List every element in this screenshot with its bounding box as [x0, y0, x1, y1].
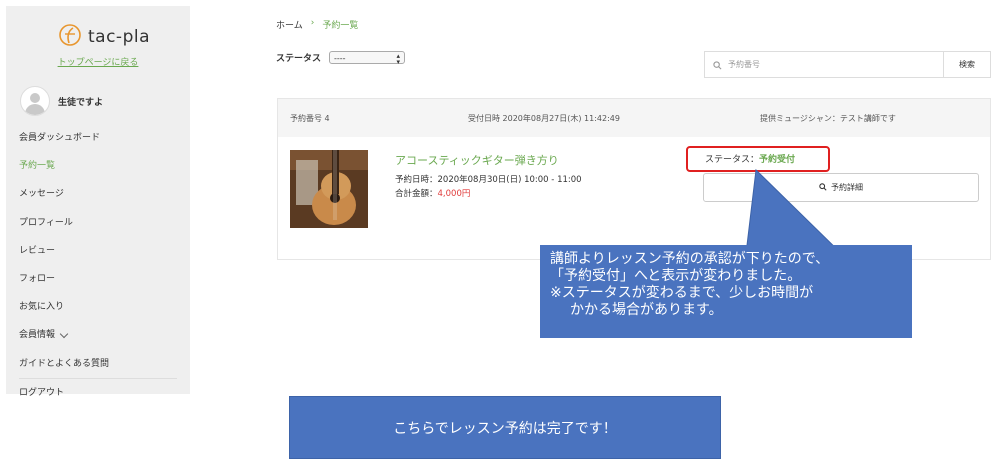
total-label: 合計金額：	[395, 189, 438, 199]
user-profile: 生徒ですよ	[20, 86, 103, 116]
reservation-card: 予約番号 4 受付日時 2020年08月27日(木) 11:42:49 提供ミュ…	[277, 98, 991, 260]
sidebar-item-reviews[interactable]: レビュー	[19, 237, 177, 265]
user-name: 生徒ですよ	[58, 97, 104, 108]
breadcrumb-current: 予約一覧	[322, 21, 359, 31]
status-highlight-box	[686, 146, 830, 172]
sidebar-item-label: メッセージ	[19, 189, 64, 200]
callout-line-4: かかる場合があります。	[570, 302, 723, 318]
status-select-value: ----	[334, 54, 346, 63]
completion-banner-text: こちらでレッスン予約は完了です！	[393, 420, 617, 437]
sidebar-item-label: 会員ダッシュボード	[19, 133, 101, 143]
reservation-accepted-at: 受付日時 2020年08月27日(木) 11:42:49	[468, 114, 620, 123]
logo[interactable]: tac-pla	[58, 22, 150, 52]
status-select[interactable]: ---- ▴ ▾	[329, 51, 406, 66]
search-button[interactable]: 検索	[943, 51, 991, 78]
sidebar-item-label: ガイドとよくある質問	[19, 358, 110, 369]
lesson-total: 合計金額：4,000円	[395, 187, 470, 199]
breadcrumb-home[interactable]: ホーム	[276, 18, 303, 31]
search-icon	[713, 55, 722, 74]
chevron-down-icon	[59, 329, 69, 339]
completion-banner: こちらでレッスン予約は完了です！	[289, 396, 721, 459]
sidebar-item-label: プロフィール	[19, 217, 73, 228]
reservation-number: 予約番号 4	[290, 114, 330, 123]
sidebar-item-profile[interactable]: プロフィール	[19, 209, 177, 237]
search-icon	[819, 182, 827, 193]
reservation-detail-button[interactable]: 予約詳細	[703, 173, 979, 202]
sidebar-item-follow[interactable]: フォロー	[19, 265, 177, 293]
callout-line-3: ※ステータスが変わるまで、少しお時間が	[550, 285, 814, 301]
top-page-link[interactable]: トップページに戻る	[6, 55, 190, 68]
sidebar-menu: 会員ダッシュボード 予約一覧 メッセージ プロフィール レビュー フォロー お気…	[19, 124, 177, 407]
logo-text: tac-pla	[88, 27, 150, 47]
sidebar-item-label: フォロー	[19, 273, 56, 284]
total-price: 4,000円	[437, 189, 471, 199]
sidebar-item-label: 会員情報	[19, 330, 56, 341]
sidebar-item-label: レビュー	[19, 245, 56, 256]
status-filter-label: ステータス	[276, 54, 322, 64]
callout-line-2: 「予約受付」へと表示が変わりました。	[550, 268, 802, 284]
lesson-date: 予約日時：2020年08月30日(日) 10:00 - 11:00	[395, 175, 582, 185]
sidebar-item-reservations[interactable]: 予約一覧	[19, 152, 177, 180]
sidebar-item-label: お気に入り	[19, 302, 65, 313]
sidebar-item-member-info[interactable]: 会員情報	[19, 321, 177, 349]
search-input[interactable]: 予約番号	[704, 51, 944, 78]
sidebar-item-label: ログアウト	[19, 387, 65, 398]
reservation-card-header: 予約番号 4 受付日時 2020年08月27日(木) 11:42:49 提供ミュ…	[278, 99, 990, 137]
annotation-callout: 講師よりレッスン予約の承認が下りたので、 「予約受付」へと表示が変わりました。 …	[540, 245, 912, 338]
sidebar-item-logout[interactable]: ログアウト	[19, 377, 177, 407]
sidebar-item-guide-faq[interactable]: ガイドとよくある質問	[19, 350, 177, 378]
sidebar-item-favorites[interactable]: お気に入り	[19, 293, 177, 321]
sidebar-item-dashboard[interactable]: 会員ダッシュボード	[19, 124, 177, 152]
search-placeholder: 予約番号	[728, 60, 760, 69]
status-filter: ステータス ---- ▴ ▾	[276, 51, 406, 66]
breadcrumb-separator: ›	[310, 18, 315, 28]
select-arrows-icon: ▴ ▾	[396, 52, 401, 66]
sidebar-item-label: 予約一覧	[19, 161, 56, 172]
lesson-title[interactable]: アコースティックギター弾き方り	[395, 152, 559, 168]
sidebar-item-messages[interactable]: メッセージ	[19, 180, 177, 208]
reservation-instructor: 提供ミュージシャン：テスト講師です	[760, 114, 896, 123]
breadcrumb: ホーム › 予約一覧	[276, 18, 358, 31]
reservation-detail-label: 予約詳細	[831, 183, 863, 192]
avatar	[20, 86, 50, 116]
logo-icon	[58, 23, 82, 51]
callout-line-1: 講師よりレッスン予約の承認が下りたので、	[550, 251, 830, 267]
sidebar: tac-pla トップページに戻る 生徒ですよ 会員ダッシュボード 予約一覧 メ…	[6, 6, 190, 398]
lesson-thumbnail[interactable]	[290, 150, 368, 228]
